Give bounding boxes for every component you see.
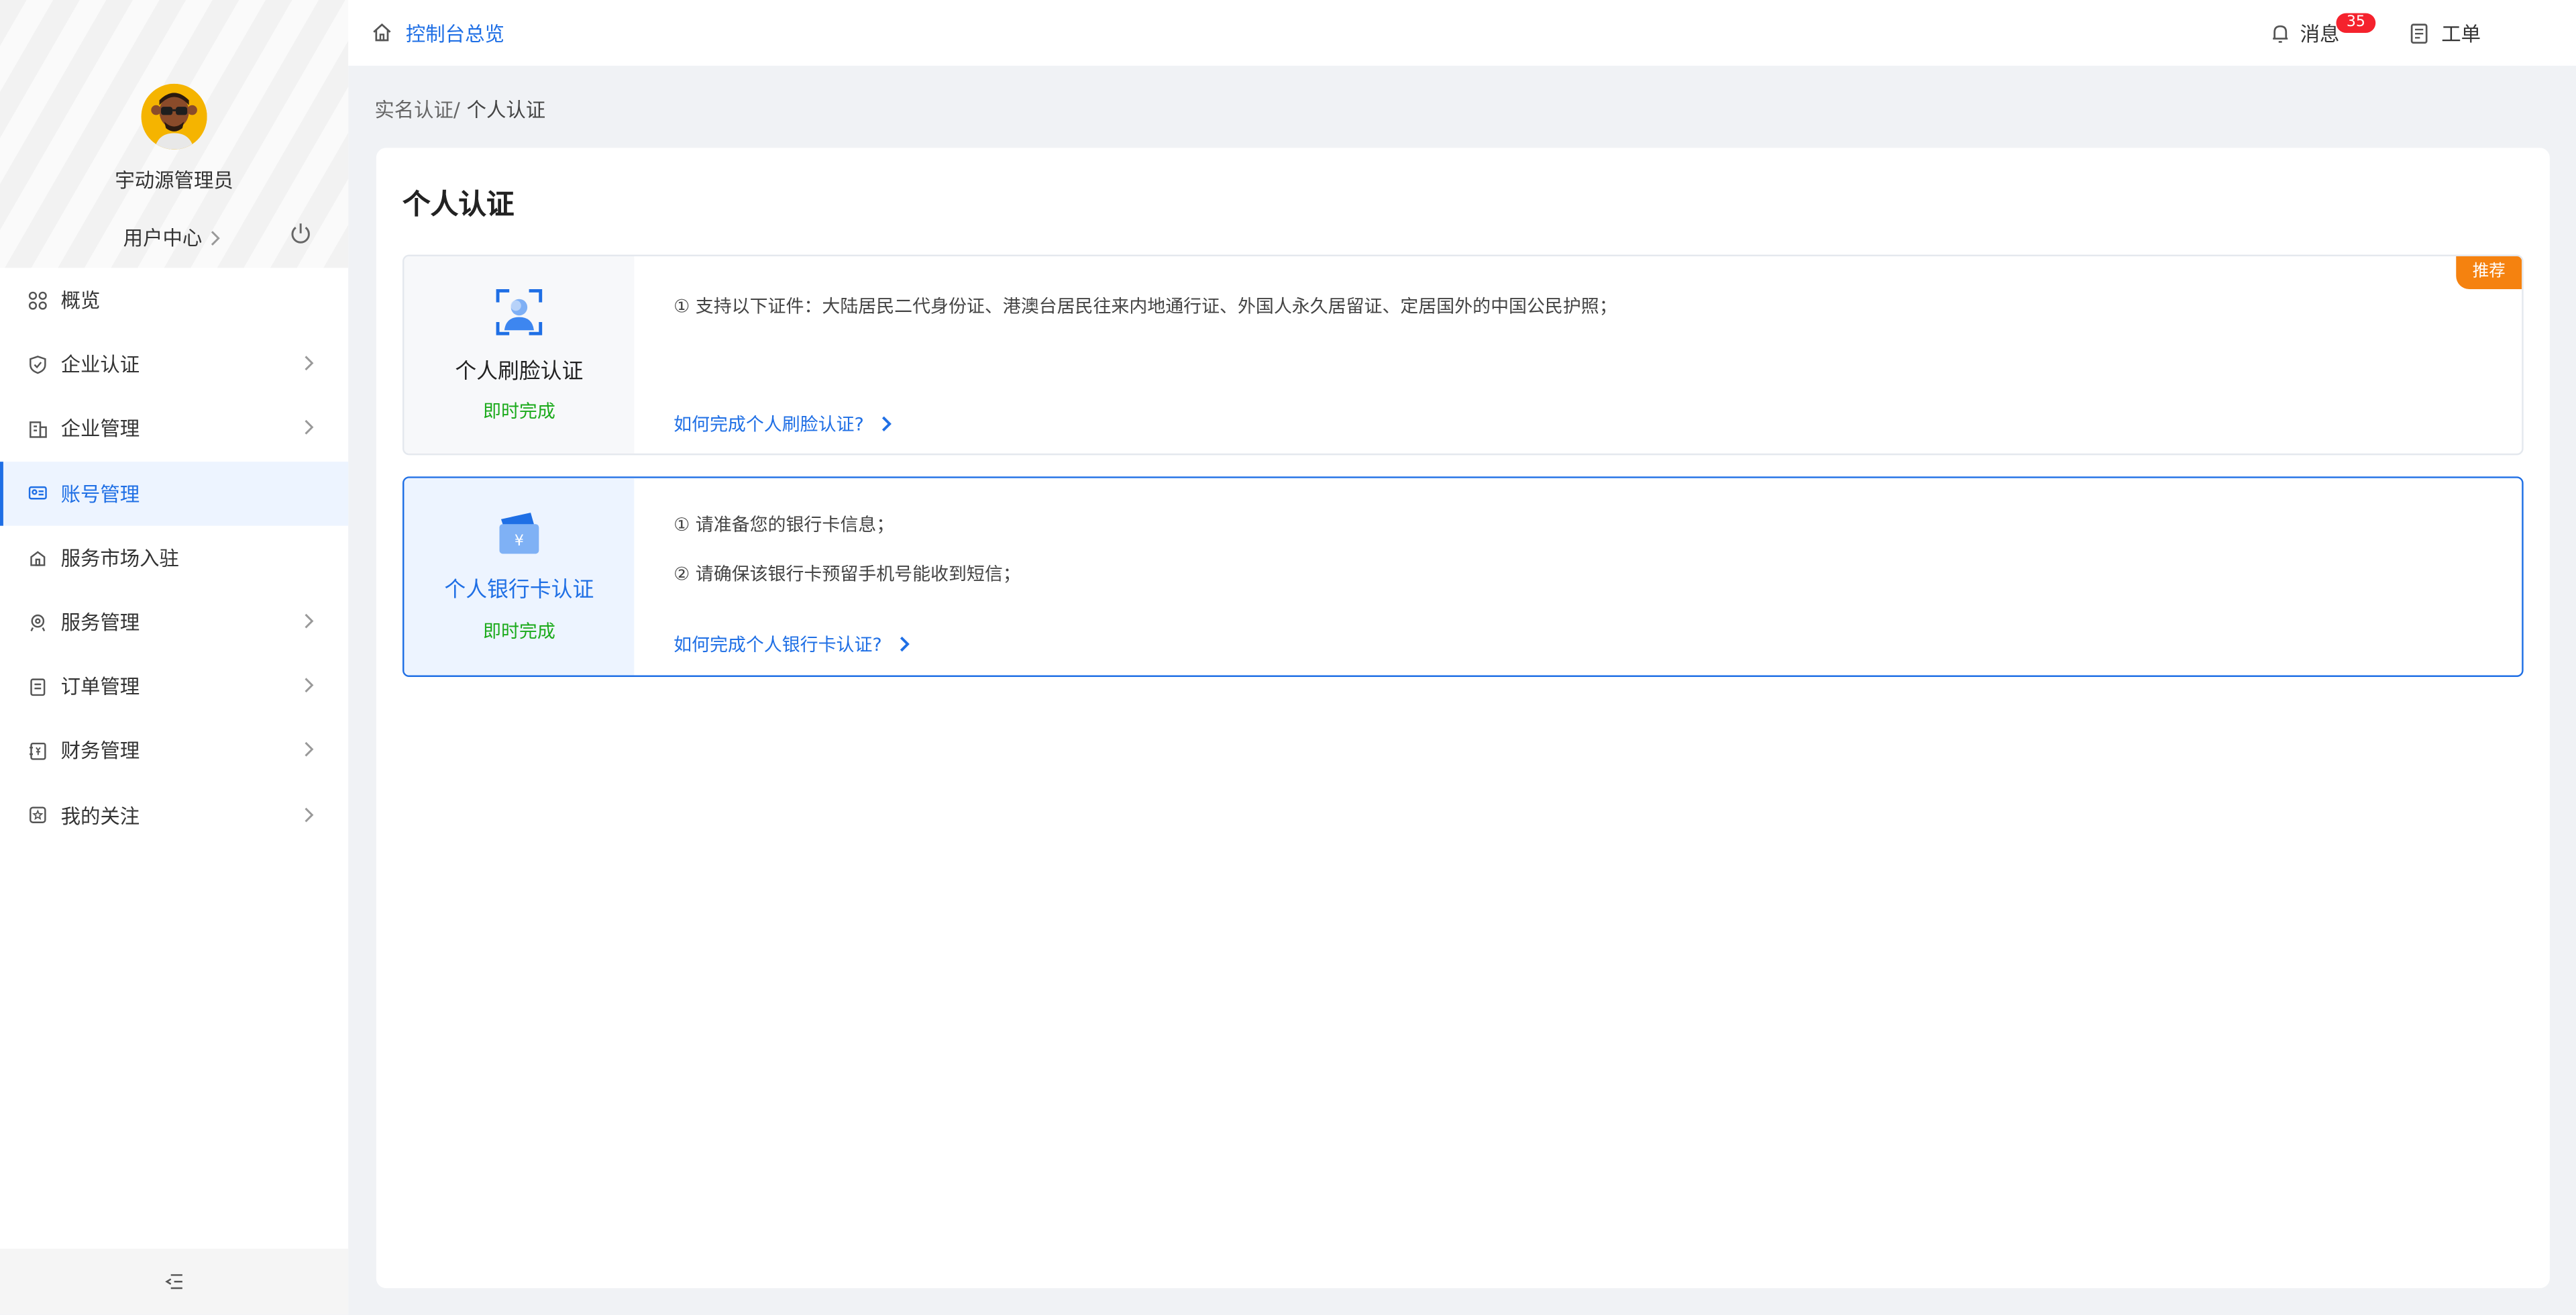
- sidebar-item-label: 服务市场入驻: [60, 547, 179, 570]
- sidebar-item-label: 企业认证: [60, 354, 140, 377]
- chevron-right-icon: [900, 636, 910, 652]
- service-icon: [28, 612, 48, 631]
- sidebar-item-label: 企业管理: [60, 418, 140, 441]
- sidebar-item-enterprise-management[interactable]: 企业管理: [0, 397, 348, 461]
- avatar[interactable]: [141, 83, 207, 150]
- recommended-ribbon: 推荐: [2456, 256, 2522, 290]
- help-link-label: 如何完成个人银行卡认证?: [674, 634, 882, 656]
- power-icon[interactable]: [289, 222, 312, 245]
- card-requirement: ① 请准备您的银行卡信息；: [674, 514, 895, 536]
- sidebar-item-my-follows[interactable]: 我的关注: [0, 783, 348, 847]
- chevron-right-icon: [305, 742, 314, 757]
- sidebar-item-label: 财务管理: [60, 740, 140, 764]
- collapse-menu-icon[interactable]: [164, 1272, 184, 1292]
- sidebar-item-service-market[interactable]: 服务市场入驻: [0, 525, 348, 590]
- sidebar-item-label: 我的关注: [60, 804, 140, 828]
- face-scan-icon: [496, 289, 543, 335]
- bank-card-help-link[interactable]: 如何完成个人银行卡认证?: [674, 631, 910, 657]
- chevron-right-icon: [305, 678, 314, 693]
- sidebar-item-label: 账号管理: [60, 482, 140, 506]
- ticket-button[interactable]: 工单: [2410, 19, 2481, 48]
- bank-card-icon: ¥: [499, 513, 539, 554]
- face-auth-card[interactable]: 个人刷脸认证 即时完成 ① 支持以下证件：大陆居民二代身份证、港澳台居民往来内地…: [402, 254, 2524, 456]
- console-overview-link[interactable]: 控制台总览: [406, 19, 504, 48]
- card-summary: 个人刷脸认证 即时完成: [404, 256, 635, 454]
- sidebar-item-label: 服务管理: [60, 611, 140, 635]
- top-header: 控制台总览 消息 35 工单: [348, 0, 2576, 66]
- sidebar-item-order-management[interactable]: 订单管理: [0, 654, 348, 719]
- svg-text:¥: ¥: [515, 533, 524, 549]
- breadcrumb-current: 个人认证: [466, 98, 546, 122]
- user-center-label: 用户中心: [123, 226, 203, 250]
- card-name: 个人刷脸认证: [455, 360, 584, 385]
- user-center-link[interactable]: 用户中心: [123, 223, 222, 252]
- sidebar-item-overview[interactable]: 概览: [0, 268, 348, 332]
- sidebar-item-enterprise-auth[interactable]: 企业认证: [0, 332, 348, 397]
- chevron-right-icon: [305, 356, 314, 371]
- card-summary: ¥ 个人银行卡认证 即时完成: [404, 478, 635, 676]
- messages-count-badge: 35: [2336, 13, 2376, 33]
- sidebar-menu: 概览 企业认证 企业管理 账号管理 服务市场入驻 服务管理 订单管理 财务管理 …: [0, 268, 349, 847]
- star-icon: [28, 805, 48, 825]
- chevron-right-icon: [305, 806, 314, 822]
- chevron-right-icon: [881, 416, 892, 432]
- sidebar-profile: 宇动源管理员 用户中心: [0, 0, 349, 268]
- store-icon: [28, 547, 48, 567]
- face-auth-help-link[interactable]: 如何完成个人刷脸认证?: [674, 411, 892, 437]
- ticket-icon: [2410, 23, 2428, 44]
- sidebar-item-account-management[interactable]: 账号管理: [0, 461, 349, 526]
- breadcrumb: 实名认证/个人认证: [374, 95, 545, 123]
- admin-name: 宇动源管理员: [115, 169, 233, 193]
- help-link-label: 如何完成个人刷脸认证?: [674, 414, 864, 435]
- overview-icon: [28, 290, 48, 309]
- finance-icon: [28, 741, 48, 760]
- sidebar-item-label: 订单管理: [60, 676, 140, 699]
- bell-icon: [2273, 25, 2288, 43]
- building-icon: [28, 419, 48, 438]
- sidebar-item-label: 概览: [60, 289, 101, 313]
- sidebar-collapse-bar[interactable]: [0, 1249, 349, 1315]
- bank-card-auth-card[interactable]: ¥ 个人银行卡认证 即时完成 ① 请准备您的银行卡信息； ② 请确保该银行卡预留…: [402, 476, 2524, 677]
- chevron-right-icon: [305, 613, 314, 629]
- page-title: 个人认证: [402, 189, 515, 222]
- card-requirement: ② 请确保该银行卡预留手机号能收到短信；: [674, 564, 1021, 585]
- chevron-right-icon: [211, 230, 220, 245]
- card-status: 即时完成: [483, 621, 555, 643]
- card-requirement: ① 支持以下证件：大陆居民二代身份证、港澳台居民往来内地通行证、外国人永久居留证…: [674, 295, 1617, 317]
- ticket-label: 工单: [2441, 23, 2481, 46]
- chevron-right-icon: [305, 420, 314, 435]
- messages-label: 消息: [2300, 23, 2340, 46]
- card-name: 个人银行卡认证: [444, 578, 594, 603]
- card-status: 即时完成: [483, 401, 555, 423]
- main-panel: 个人认证 个人刷脸认证 即时完成 ① 支持以下证件：大陆居民二代身份证、港澳台居…: [376, 148, 2550, 1289]
- messages-button[interactable]: 消息: [2271, 19, 2340, 48]
- id-card-icon: [28, 483, 48, 503]
- shield-icon: [28, 354, 48, 374]
- order-icon: [28, 676, 48, 696]
- sidebar-item-finance-management[interactable]: 财务管理: [0, 719, 348, 783]
- breadcrumb-parent[interactable]: 实名认证/: [374, 99, 460, 121]
- home-icon[interactable]: [371, 21, 392, 43]
- sidebar-item-service-management[interactable]: 服务管理: [0, 590, 348, 654]
- sidebar: 宇动源管理员 用户中心 概览 企业认证 企业管理 账号管理 服务市场入驻 服务管…: [0, 0, 349, 1315]
